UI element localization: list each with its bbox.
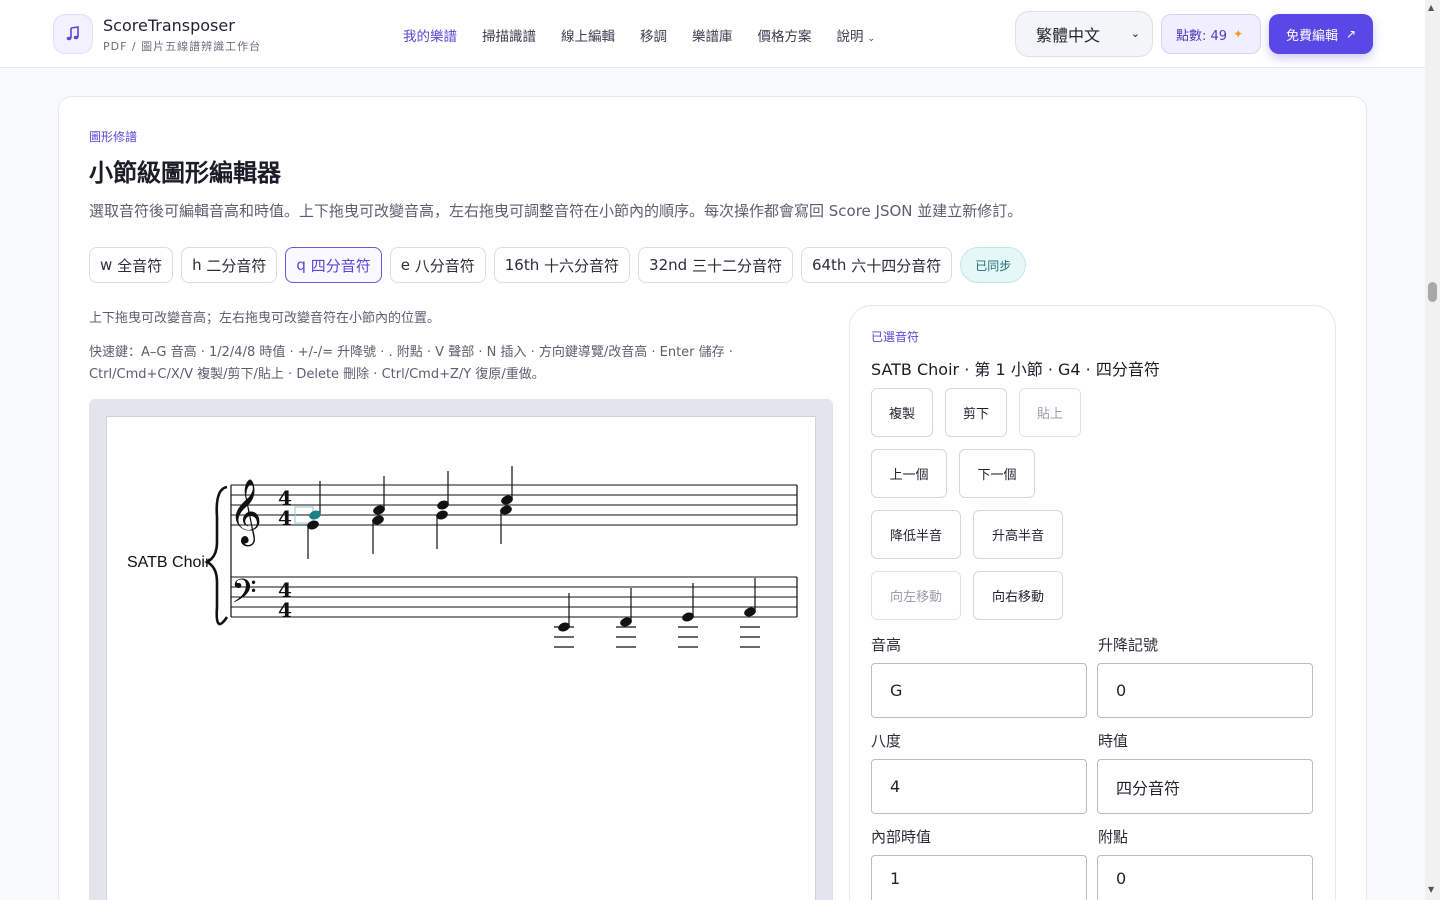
chevron-down-icon: ⌄ (1130, 27, 1140, 40)
brand-subtitle: PDF / 圖片五線譜辨識工作台 (103, 40, 262, 53)
score-canvas-area: SATB Choir 𝄞 𝄢 4 4 4 4 (89, 399, 833, 900)
treble-time-bottom: 4 (278, 506, 292, 530)
duration-toolbar: w 全音符 h 二分音符 q 四分音符 e 八分音符 16th 十六分音符 32… (89, 247, 1027, 283)
external-arrow-icon: ↗ (1345, 27, 1357, 41)
scroll-up-icon[interactable]: ▲ (1428, 3, 1434, 12)
nav-transpose[interactable]: 移調 (640, 25, 667, 45)
octave-label: 八度 (871, 732, 902, 750)
duration-label: 八分音符 (414, 256, 475, 275)
dot-input[interactable]: 0 (1097, 855, 1313, 900)
internal-duration-input[interactable]: 1 (871, 855, 1087, 900)
duration-16th-button[interactable]: 16th 十六分音符 (493, 247, 631, 283)
duration-key: h (192, 256, 202, 274)
page-scrollbar[interactable]: ▲ ▼ (1425, 0, 1440, 900)
duration-label: 二分音符 (206, 256, 267, 275)
duration-label: 四分音符 (310, 256, 371, 275)
sync-status-badge: 已同步 (960, 247, 1027, 283)
editor-eyebrow: 圖形修譜 (89, 130, 138, 144)
score-svg[interactable]: 𝄞 𝄢 4 4 4 4 (107, 417, 817, 900)
duration-label: 六十四分音符 (851, 256, 942, 275)
treble-chord-beat-3 (436, 471, 449, 549)
nav-my-scores[interactable]: 我的樂譜 (403, 25, 457, 45)
nav-online-edit[interactable]: 線上編輯 (561, 25, 615, 45)
logo[interactable] (53, 14, 93, 54)
duration-key: e (400, 256, 410, 274)
brand-name[interactable]: ScoreTransposer (103, 16, 235, 35)
system-brace (204, 485, 229, 626)
free-edit-label: 免費編輯 (1285, 28, 1338, 44)
panel-eyebrow: 已選音符 (871, 330, 920, 344)
duration-key: w (100, 256, 113, 274)
duration-select[interactable]: 四分音符 (1097, 759, 1313, 814)
duration-whole-button[interactable]: w 全音符 (89, 247, 174, 283)
duration-key: 16th (504, 256, 540, 274)
language-select[interactable]: 繁體中文 ⌄ (1015, 11, 1153, 57)
duration-label: 十六分音符 (544, 256, 620, 275)
points-label: 點數: 49 (1176, 28, 1228, 44)
duration-label: 全音符 (117, 256, 163, 275)
duration-64th-button[interactable]: 64th 六十四分音符 (800, 247, 953, 283)
lower-semitone-button[interactable]: 降低半音 (871, 510, 961, 559)
nav-library[interactable]: 樂譜庫 (692, 25, 733, 45)
copy-button[interactable]: 複製 (871, 388, 933, 437)
bass-note-1 (554, 593, 574, 648)
pitch-input[interactable]: G (871, 663, 1087, 718)
chevron-down-icon: ⌄ (867, 34, 876, 44)
internal-duration-label: 內部時值 (871, 828, 932, 846)
nav-help[interactable]: 說明 ⌄ (837, 25, 876, 45)
dot-label: 附點 (1098, 828, 1129, 846)
bass-clef-icon: 𝄢 (231, 573, 257, 619)
language-value: 繁體中文 (1036, 26, 1101, 45)
treble-chord-beat-1 (294, 481, 321, 559)
duration-key: 64th (811, 256, 847, 274)
next-note-button[interactable]: 下一個 (959, 449, 1035, 498)
bass-staff (231, 576, 797, 618)
scroll-down-icon[interactable]: ▼ (1428, 885, 1434, 894)
duration-label: 三十二分音符 (691, 256, 782, 275)
duration-key: q (296, 256, 306, 274)
points-badge[interactable]: 點數: 49 ✦ (1161, 14, 1261, 54)
pitch-label: 音高 (871, 636, 902, 654)
move-right-button[interactable]: 向右移動 (973, 571, 1063, 620)
duration-key: 32nd (649, 256, 688, 274)
selected-note-title: SATB Choir · 第 1 小節 · G4 · 四分音符 (871, 360, 1160, 379)
accidental-label: 升降記號 (1098, 636, 1159, 654)
cut-button[interactable]: 剪下 (945, 388, 1007, 437)
page-title: 小節級圖形編輯器 (89, 159, 281, 187)
prev-note-button[interactable]: 上一個 (871, 449, 947, 498)
sparkle-icon: ✦ (1233, 27, 1244, 41)
raise-semitone-button[interactable]: 升高半音 (973, 510, 1063, 559)
paste-button[interactable]: 貼上 (1019, 388, 1081, 437)
editor-description: 選取音符後可編輯音高和時值。上下拖曳可改變音高，左右拖曳可調整音符在小節內的順序… (89, 202, 1023, 220)
move-left-button[interactable]: 向左移動 (871, 571, 961, 620)
score-paper[interactable]: SATB Choir 𝄞 𝄢 4 4 4 4 (106, 416, 816, 900)
duration-field-label: 時值 (1098, 732, 1129, 750)
nav-scan[interactable]: 掃描識譜 (482, 25, 536, 45)
top-header: ScoreTransposer PDF / 圖片五線譜辨識工作台 我的樂譜 掃描… (0, 0, 1425, 68)
bass-time-bottom: 4 (278, 598, 292, 622)
nav-pricing[interactable]: 價格方案 (758, 25, 812, 45)
accidental-input[interactable]: 0 (1097, 663, 1313, 718)
music-note-icon (66, 26, 79, 41)
duration-half-button[interactable]: h 二分音符 (181, 247, 278, 283)
duration-quarter-button[interactable]: q 四分音符 (285, 247, 382, 283)
scrollbar-thumb[interactable] (1428, 282, 1437, 302)
duration-eighth-button[interactable]: e 八分音符 (389, 247, 486, 283)
nav-help-label: 說明 (836, 29, 864, 45)
main-nav: 我的樂譜 掃描識譜 線上編輯 移調 樂譜庫 價格方案 說明 ⌄ (403, 25, 900, 45)
duration-32nd-button[interactable]: 32nd 三十二分音符 (638, 247, 793, 283)
free-edit-button[interactable]: 免費編輯 ↗ (1269, 14, 1373, 54)
drag-hint: 上下拖曳可改變音高；左右拖曳可改變音符在小節內的位置。 (89, 311, 441, 326)
shortcut-hint: 快速鍵：A–G 音高 · 1/2/4/8 時值 · +/-/= 升降號 · . … (89, 345, 733, 382)
octave-input[interactable]: 4 (871, 759, 1087, 814)
treble-clef-icon: 𝄞 (229, 479, 262, 546)
